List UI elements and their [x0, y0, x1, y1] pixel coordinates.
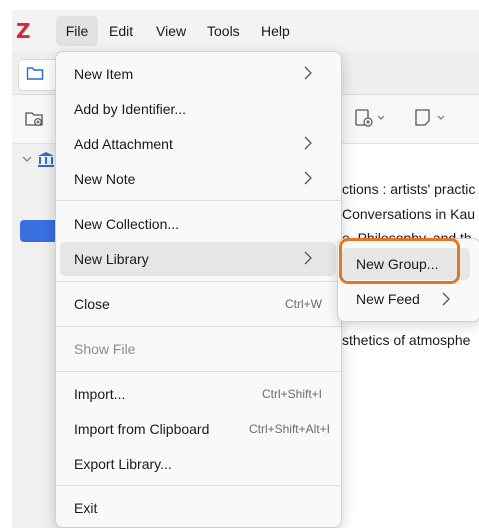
- menu-item-label: New Library: [74, 251, 149, 267]
- new-note-dropdown-icon[interactable]: [412, 107, 452, 129]
- chevron-right-icon: [442, 292, 450, 306]
- menu-item-label: New Item: [74, 66, 134, 82]
- menu-file[interactable]: File: [56, 16, 98, 46]
- menu-separator: [56, 326, 341, 327]
- menu-separator: [56, 200, 341, 201]
- submenu-item-new-feed[interactable]: New Feed: [342, 283, 470, 315]
- menu-item-new-note[interactable]: New Note: [60, 162, 336, 196]
- menu-separator: [56, 371, 341, 372]
- menu-item-exit[interactable]: Exit: [60, 491, 336, 525]
- menu-help[interactable]: Help: [261, 10, 290, 52]
- menu-item-import-from-clipboard[interactable]: Import from Clipboard Ctrl+Shift+Alt+I: [60, 412, 336, 446]
- item-title[interactable]: Conversations in Kau: [342, 206, 475, 222]
- item-title[interactable]: sthetics of atmosphe: [342, 332, 470, 348]
- menu-item-add-attachment[interactable]: Add Attachment: [60, 127, 336, 161]
- menu-tools[interactable]: Tools: [207, 10, 240, 52]
- window-left-edge: [0, 10, 12, 528]
- chevron-right-icon: [304, 251, 312, 265]
- shortcut-label: Ctrl+W: [285, 297, 322, 311]
- library-icon: [38, 152, 54, 167]
- menu-item-new-library[interactable]: New Library: [60, 242, 336, 276]
- menu-item-new-collection[interactable]: New Collection...: [60, 207, 336, 241]
- menu-item-export-library[interactable]: Export Library...: [60, 447, 336, 481]
- menu-item-new-item[interactable]: New Item: [60, 57, 336, 91]
- menu-item-close[interactable]: Close Ctrl+W: [60, 287, 336, 321]
- item-title[interactable]: ctions : artists' practic: [342, 181, 475, 197]
- zotero-logo: Z: [16, 19, 31, 43]
- menu-view[interactable]: View: [156, 10, 186, 52]
- new-collection-icon[interactable]: [24, 108, 44, 128]
- folder-icon: [26, 67, 44, 80]
- menu-item-label: Add Attachment: [74, 136, 173, 152]
- menu-item-label: Close: [74, 296, 110, 312]
- menu-separator: [56, 485, 341, 486]
- menu-separator: [56, 281, 341, 282]
- new-item-dropdown-icon[interactable]: [352, 107, 392, 129]
- chevron-right-icon: [304, 171, 312, 185]
- menu-item-label: Add by Identifier...: [74, 101, 187, 117]
- menu-item-label: New Collection...: [74, 216, 180, 232]
- chevron-down-icon[interactable]: [22, 154, 32, 164]
- menu-item-label: Import from Clipboard: [74, 421, 210, 437]
- shortcut-label: Ctrl+Shift+I: [261, 387, 322, 401]
- shortcut-label: Ctrl+Shift+Alt+I: [248, 422, 330, 436]
- chevron-right-icon: [304, 136, 312, 150]
- menu-item-add-by-identifier[interactable]: Add by Identifier...: [60, 92, 336, 126]
- menu-item-label: Export Library...: [74, 456, 172, 472]
- menu-item-label: Exit: [74, 500, 98, 516]
- highlight-outline: [339, 238, 460, 284]
- app-window: Z File Edit View Tools Help ctions : art…: [0, 0, 479, 528]
- menu-item-import[interactable]: Import... Ctrl+Shift+I: [60, 377, 336, 411]
- menu-item-label: Import...: [74, 386, 126, 402]
- menu-item-label: New Feed: [356, 291, 420, 307]
- menu-item-label: Show File: [74, 341, 136, 357]
- file-menu: New Item Add by Identifier... Add Attach…: [55, 51, 342, 528]
- chevron-right-icon: [304, 66, 312, 80]
- menu-item-label: New Note: [74, 171, 136, 187]
- menu-edit[interactable]: Edit: [109, 10, 133, 52]
- menu-item-show-file: Show File: [60, 332, 336, 366]
- window-top-edge: [0, 0, 479, 10]
